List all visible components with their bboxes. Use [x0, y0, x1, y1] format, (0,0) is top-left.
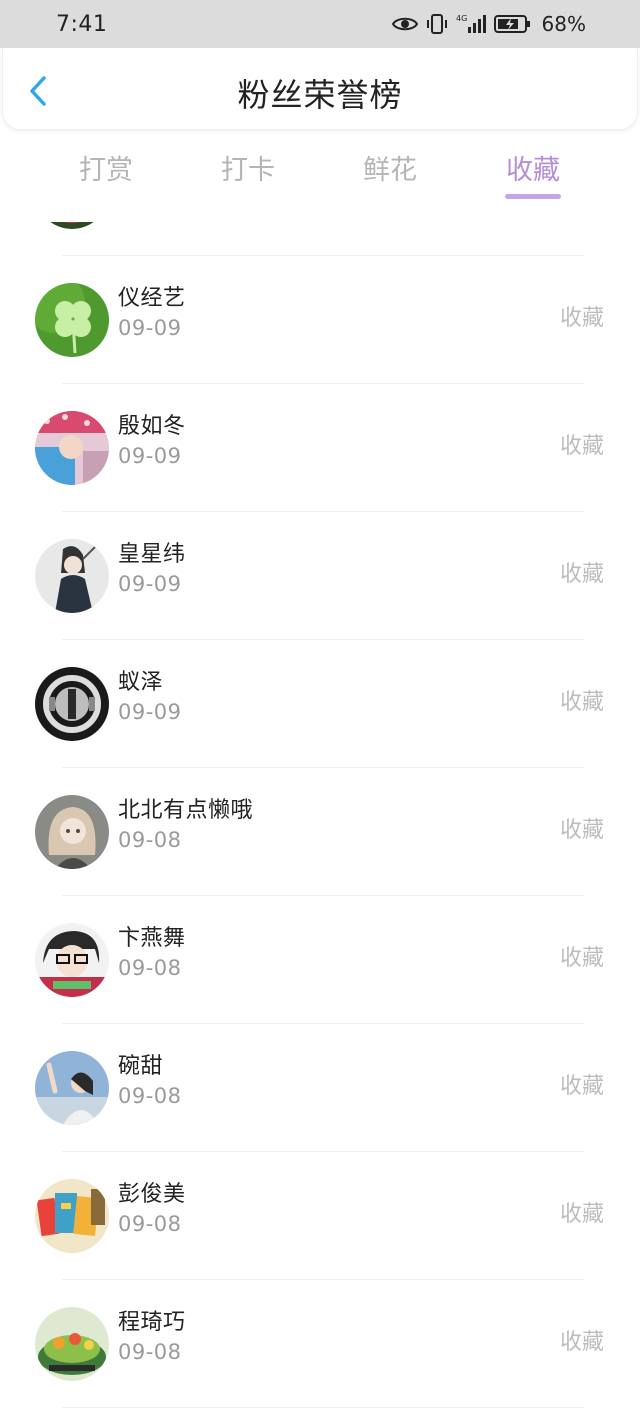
- battery-icon: [493, 14, 532, 34]
- books-avatar: [35, 1179, 109, 1253]
- page-title: 粉丝荣誉榜: [237, 76, 403, 114]
- eye-icon: [391, 15, 418, 33]
- fan-name: 程琦巧: [118, 1310, 186, 1335]
- fan-date: 09-08: [118, 956, 182, 980]
- favorite-label: 收藏: [559, 690, 604, 715]
- divider: [62, 1407, 584, 1408]
- silhouette-avatar: [35, 667, 109, 741]
- fan-name: 蚁泽: [118, 670, 164, 695]
- list-item[interactable]: 彭俊美 09-08 收藏: [0, 1152, 640, 1280]
- favorite-label: 收藏: [559, 946, 604, 971]
- tab-favorites[interactable]: 收藏: [506, 148, 560, 187]
- fan-list[interactable]: 09-09 收藏 仪经艺 09-09 收藏: [0, 222, 640, 1423]
- fan-name: 卞燕舞: [118, 926, 186, 951]
- header: 粉丝荣誉榜: [2, 48, 638, 130]
- woman-sky-avatar: [35, 1051, 109, 1125]
- clover-avatar: [35, 283, 109, 357]
- list-item[interactable]: 卞燕舞 09-08 收藏: [0, 896, 640, 1024]
- anime-boy-avatar: [35, 539, 109, 613]
- favorite-label: 收藏: [559, 306, 604, 331]
- svg-text:4G: 4G: [456, 14, 467, 23]
- list-item[interactable]: 殷如冬 09-09 收藏: [0, 384, 640, 512]
- fan-date: 09-08: [118, 1212, 182, 1236]
- fan-name: 殷如冬: [118, 414, 186, 439]
- tab-bar: 打赏 打卡 鲜花 收藏: [0, 140, 640, 210]
- battery-percent: 68%: [541, 12, 586, 36]
- list-item[interactable]: 碗甜 09-08 收藏: [0, 1024, 640, 1152]
- fan-date: 09-08: [118, 1340, 182, 1364]
- list-item[interactable]: 09-09 收藏: [0, 222, 640, 256]
- status-icons: 4G 68%: [391, 12, 586, 36]
- fan-date: 09-09: [118, 700, 182, 724]
- list-item[interactable]: 蚁泽 09-09 收藏: [0, 640, 640, 768]
- favorite-label: 收藏: [559, 1074, 604, 1099]
- rose-avatar: [35, 222, 109, 229]
- fan-name: 皇星纬: [118, 542, 186, 567]
- list-item[interactable]: 北北有点懒哦 09-08 收藏: [0, 768, 640, 896]
- active-tab-indicator: [505, 194, 561, 199]
- food-avatar: [35, 1307, 109, 1381]
- fan-name: 碗甜: [118, 1054, 164, 1079]
- tab-checkin[interactable]: 打卡: [221, 148, 275, 187]
- fan-date: 09-08: [118, 1084, 182, 1108]
- girl-umbrella-avatar: [35, 411, 109, 485]
- favorite-label: 收藏: [559, 1202, 604, 1227]
- fan-date: 09-09: [118, 316, 182, 340]
- fan-name: 彭俊美: [118, 1182, 186, 1207]
- favorite-label: 收藏: [559, 1330, 604, 1355]
- status-bar: 7:41 4G 68%: [0, 0, 640, 48]
- fan-date: 09-08: [118, 828, 182, 852]
- signal-4g-icon: 4G: [456, 13, 486, 35]
- fan-date: 09-09: [118, 572, 182, 596]
- status-time: 7:41: [56, 11, 108, 37]
- favorite-label: 收藏: [559, 434, 604, 459]
- favorite-label: 收藏: [559, 562, 604, 587]
- list-item[interactable]: 皇星纬 09-09 收藏: [0, 512, 640, 640]
- vibrate-icon: [426, 13, 448, 35]
- fan-name: 仪经艺: [118, 286, 186, 311]
- list-item[interactable]: 仪经艺 09-09 收藏: [0, 256, 640, 384]
- list-item[interactable]: 程琦巧 09-08 收藏: [0, 1280, 640, 1408]
- glasses-girl-avatar: [35, 923, 109, 997]
- tab-reward[interactable]: 打赏: [79, 148, 133, 187]
- anime-girl-avatar: [35, 795, 109, 869]
- fan-date: 09-09: [118, 444, 182, 468]
- fan-name: 北北有点懒哦: [118, 798, 254, 823]
- tab-flowers[interactable]: 鲜花: [363, 148, 417, 187]
- favorite-label: 收藏: [559, 818, 604, 843]
